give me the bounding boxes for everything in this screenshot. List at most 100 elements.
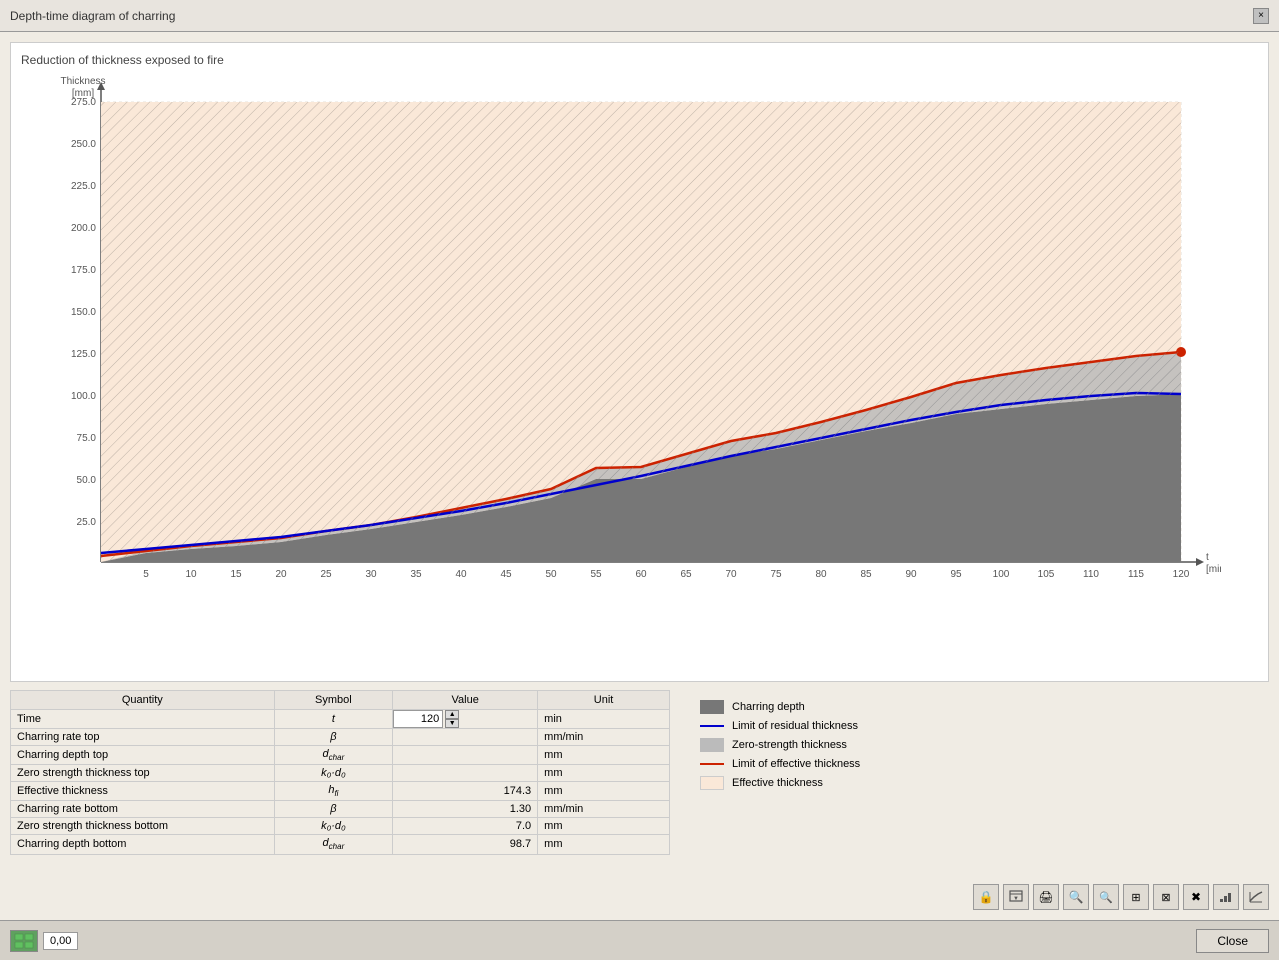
legend-label-residual: Limit of residual thickness	[732, 720, 858, 732]
svg-text:20: 20	[275, 569, 287, 580]
table-row: Charring depth top dchar mm	[11, 746, 670, 765]
table-row: Effective thickness hfi 174.3 mm	[11, 782, 670, 801]
svg-text:65: 65	[680, 569, 692, 580]
chart-area: Thickness [mm]	[21, 72, 1258, 602]
main-content: Reduction of thickness exposed to fire	[0, 32, 1279, 920]
zoom-out-button[interactable]: 🔍	[1093, 884, 1119, 910]
legend-line-residual	[700, 725, 724, 727]
svg-text:105: 105	[1038, 569, 1055, 580]
legend-label-effective-thickness: Effective thickness	[732, 777, 823, 789]
row-unit: mm	[538, 765, 670, 782]
row-symbol: β	[274, 729, 393, 746]
row-symbol: β	[274, 801, 393, 818]
row-quantity: Zero strength thickness top	[11, 765, 275, 782]
print-button[interactable]: 🖨	[1033, 884, 1059, 910]
grid-icon	[14, 933, 34, 949]
svg-text:275.0: 275.0	[71, 97, 96, 108]
legend-box-zero-strength	[700, 738, 724, 752]
svg-text:80: 80	[815, 569, 827, 580]
svg-text:100: 100	[993, 569, 1010, 580]
svg-text:60: 60	[635, 569, 647, 580]
legend-item-effective-limit: Limit of effective thickness	[700, 758, 1269, 770]
row-symbol: dchar	[274, 746, 393, 765]
row-quantity: Charring depth top	[11, 746, 275, 765]
col-header-symbol: Symbol	[274, 691, 393, 710]
row-unit: mm/min	[538, 801, 670, 818]
legend-box-charring-depth	[700, 700, 724, 714]
time-decrement-button[interactable]: ▼	[445, 719, 459, 728]
legend-item-charring-depth: Charring depth	[700, 700, 1269, 714]
time-increment-button[interactable]: ▲	[445, 710, 459, 719]
svg-text:55: 55	[590, 569, 602, 580]
clear-button[interactable]: ✖	[1183, 884, 1209, 910]
row-quantity: Effective thickness	[11, 782, 275, 801]
row-value	[393, 746, 538, 765]
chart-type-2-button[interactable]	[1243, 884, 1269, 910]
data-table: Quantity Symbol Value Unit Time t	[10, 690, 670, 855]
col-header-unit: Unit	[538, 691, 670, 710]
row-symbol: dchar	[274, 835, 393, 854]
toolbar-section: 🔒 ▼ 🖨 🔍 🔍 ⊞	[680, 884, 1269, 910]
footer-left: 0,00	[10, 930, 78, 952]
svg-text:85: 85	[860, 569, 872, 580]
table-row: Zero strength thickness top k₀·d₀ mm	[11, 765, 670, 782]
row-unit: mm	[538, 746, 670, 765]
time-spinner[interactable]: ▲ ▼	[393, 710, 537, 728]
row-value: 1.30	[393, 801, 538, 818]
svg-text:30: 30	[365, 569, 377, 580]
svg-text:45: 45	[500, 569, 512, 580]
svg-text:25.0: 25.0	[77, 517, 97, 528]
svg-text:70: 70	[725, 569, 737, 580]
row-value	[393, 729, 538, 746]
svg-text:5: 5	[143, 569, 149, 580]
export-button[interactable]: ▼	[1003, 884, 1029, 910]
table-section: Quantity Symbol Value Unit Time t	[10, 690, 670, 910]
row-value	[393, 765, 538, 782]
chart-title: Reduction of thickness exposed to fire	[21, 53, 1258, 67]
svg-text:[min]: [min]	[1206, 564, 1221, 575]
legend-item-residual: Limit of residual thickness	[700, 720, 1269, 732]
chart-type-1-button[interactable]	[1213, 884, 1239, 910]
row-quantity: Charring rate top	[11, 729, 275, 746]
footer-value: 0,00	[43, 932, 78, 950]
svg-text:40: 40	[455, 569, 467, 580]
svg-text:225.0: 225.0	[71, 181, 96, 192]
time-input[interactable]	[393, 710, 443, 728]
zoom-fit-button[interactable]: ⊞	[1123, 884, 1149, 910]
col-header-quantity: Quantity	[11, 691, 275, 710]
save-button[interactable]: 🔒	[973, 884, 999, 910]
zoom-in-button[interactable]: 🔍	[1063, 884, 1089, 910]
legend-item-zero-strength: Zero-strength thickness	[700, 738, 1269, 752]
row-quantity: Charring depth bottom	[11, 835, 275, 854]
export-icon: ▼	[1009, 890, 1023, 904]
window-title: Depth-time diagram of charring	[10, 9, 175, 23]
title-bar: Depth-time diagram of charring ×	[0, 0, 1279, 32]
close-button[interactable]: Close	[1196, 929, 1269, 953]
svg-text:50: 50	[545, 569, 557, 580]
row-unit: mm/min	[538, 729, 670, 746]
footer: 0,00 Close	[0, 920, 1279, 960]
row-symbol: k₀·d₀	[274, 818, 393, 835]
svg-text:15: 15	[230, 569, 242, 580]
svg-text:175.0: 175.0	[71, 265, 96, 276]
svg-text:150.0: 150.0	[71, 307, 96, 318]
row-value[interactable]: ▲ ▼	[393, 710, 538, 729]
zoom-reset-button[interactable]: ⊠	[1153, 884, 1179, 910]
row-unit: mm	[538, 835, 670, 854]
row-unit: mm	[538, 818, 670, 835]
right-panel: Charring depth Limit of residual thickne…	[680, 690, 1269, 910]
table-row: Zero strength thickness bottom k₀·d₀ 7.0…	[11, 818, 670, 835]
row-quantity: Charring rate bottom	[11, 801, 275, 818]
row-quantity: Zero strength thickness bottom	[11, 818, 275, 835]
zoom-out-icon: 🔍	[1099, 891, 1113, 904]
svg-text:250.0: 250.0	[71, 139, 96, 150]
svg-text:75.0: 75.0	[77, 433, 97, 444]
svg-text:t: t	[1206, 552, 1209, 563]
bottom-section: Quantity Symbol Value Unit Time t	[10, 690, 1269, 910]
chart-svg: Thickness [mm]	[21, 72, 1221, 602]
svg-text:95: 95	[950, 569, 962, 580]
table-row: Charring depth bottom dchar 98.7 mm	[11, 835, 670, 854]
footer-green-button[interactable]	[10, 930, 38, 952]
svg-text:115: 115	[1128, 569, 1144, 580]
window-close-button[interactable]: ×	[1253, 8, 1269, 24]
